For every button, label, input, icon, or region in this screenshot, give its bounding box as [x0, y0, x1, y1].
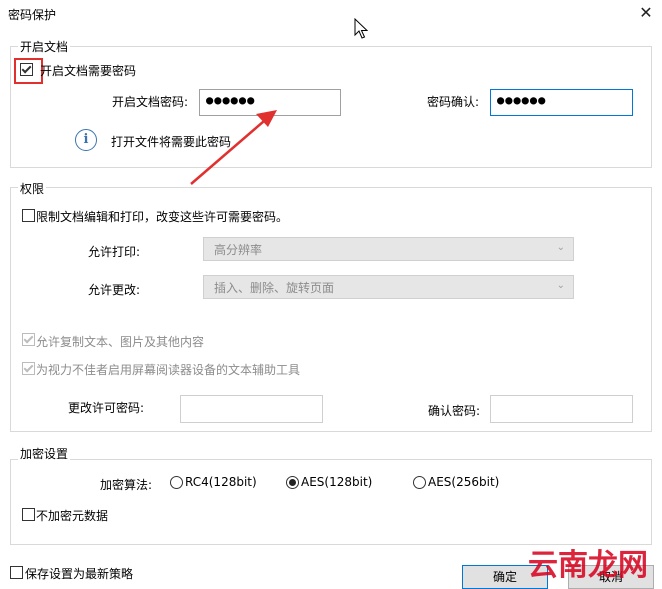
change-permission-password-label: 更改许可密码:	[68, 401, 145, 415]
allow-print-select: 高分辨率 ⌄	[203, 237, 574, 261]
accessibility-label: 为视力不佳者启用屏幕阅读器设备的文本辅助工具	[36, 363, 301, 377]
watermark: 云南龙网	[528, 548, 648, 583]
confirm-password-label: 密码确认:	[427, 95, 480, 109]
allow-copy-checkbox	[22, 333, 35, 346]
allow-copy-label: 允许复制文本、图片及其他内容	[36, 335, 205, 349]
permissions-group-label: 权限	[18, 180, 47, 197]
close-icon[interactable]: ✕	[636, 3, 656, 22]
change-permission-password-field	[180, 395, 323, 423]
accessibility-checkbox	[22, 362, 35, 375]
radio-aes-256[interactable]	[413, 476, 426, 489]
confirm-permission-password-field	[490, 395, 633, 423]
radio-rc4-128[interactable]	[170, 476, 183, 489]
info-icon: i	[75, 129, 97, 151]
require-password-label: 开启文档需要密码	[40, 64, 137, 78]
radio-rc4-128-label: RC4(128bit)	[185, 475, 257, 489]
mouse-cursor-icon	[354, 18, 368, 39]
open-doc-group-label: 开启文档	[18, 38, 71, 55]
no-encrypt-metadata-label: 不加密元数据	[36, 509, 109, 523]
confirm-password-field[interactable]: ●●●●●●	[490, 89, 633, 116]
radio-aes-128-label: AES(128bit)	[301, 475, 373, 489]
save-policy-label: 保存设置为最新策略	[25, 567, 134, 581]
confirm-permission-password-label: 确认密码:	[428, 404, 481, 418]
no-encrypt-metadata-checkbox[interactable]	[22, 508, 35, 521]
allow-change-label: 允许更改:	[88, 283, 141, 297]
restrict-editing-label: 限制文档编辑和打印，改变这些许可需要密码。	[36, 210, 289, 224]
chevron-down-icon: ⌄	[556, 280, 565, 291]
chevron-down-icon: ⌄	[556, 242, 565, 253]
open-password-label: 开启文档密码:	[112, 95, 189, 109]
allow-change-value: 插入、删除、旋转页面	[214, 281, 335, 295]
require-password-checkbox[interactable]	[20, 63, 33, 76]
allow-change-select: 插入、删除、旋转页面 ⌄	[203, 275, 574, 299]
radio-aes-128[interactable]	[286, 476, 299, 489]
allow-print-label: 允许打印:	[88, 245, 141, 259]
radio-aes-256-label: AES(256bit)	[428, 475, 500, 489]
encryption-group-label: 加密设置	[18, 445, 71, 462]
allow-print-value: 高分辨率	[214, 243, 263, 257]
encryption-group	[10, 459, 652, 545]
red-arrow-annotation	[190, 110, 277, 185]
restrict-editing-checkbox[interactable]	[22, 209, 35, 222]
algorithm-label: 加密算法:	[100, 478, 153, 492]
save-policy-checkbox[interactable]	[10, 566, 23, 579]
window-title: 密码保护	[8, 8, 57, 22]
